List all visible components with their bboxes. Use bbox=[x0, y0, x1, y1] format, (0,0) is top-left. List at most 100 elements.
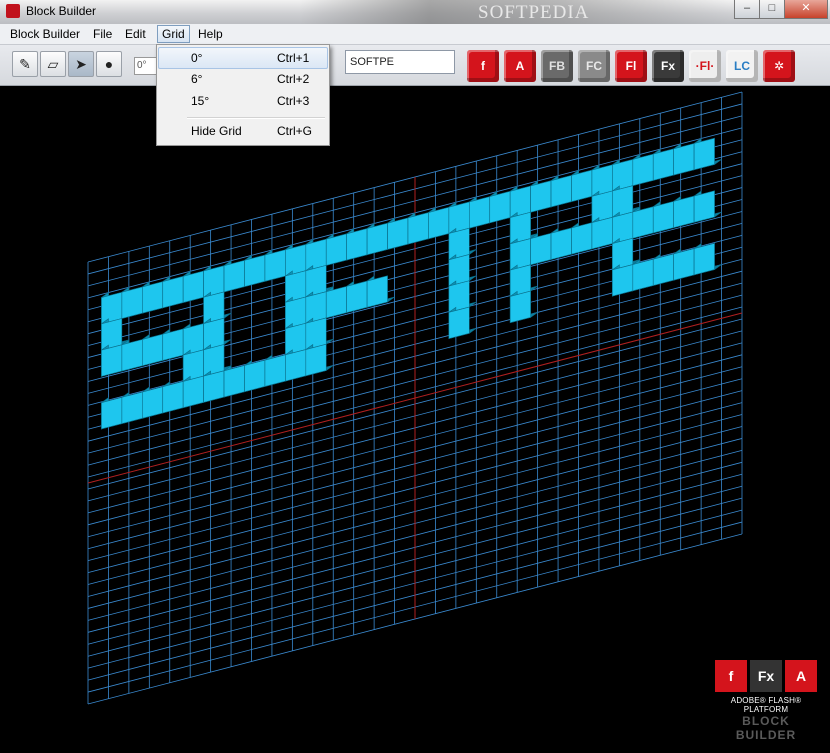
build-canvas[interactable]: f Fx A ADOBE® FLASH® PLATFORM BLOCK BUILDE… bbox=[0, 86, 830, 750]
block-front-face bbox=[223, 365, 245, 398]
block-front-face bbox=[346, 228, 368, 261]
block-front-face bbox=[223, 259, 245, 293]
block-front-face bbox=[142, 281, 164, 314]
block-front-face bbox=[407, 212, 429, 245]
block-front-face bbox=[285, 349, 307, 382]
block-front-face bbox=[652, 253, 674, 286]
menu-block-builder[interactable]: Block Builder bbox=[6, 26, 84, 42]
block-letters bbox=[101, 137, 722, 430]
app-icon bbox=[6, 4, 20, 18]
menu-edit[interactable]: Edit bbox=[121, 26, 150, 42]
block-front-face bbox=[101, 344, 123, 377]
fb-logo[interactable]: FB bbox=[541, 50, 573, 82]
brand-block: f Fx A ADOBE® FLASH® PLATFORM BLOCK BUILDE… bbox=[710, 660, 822, 742]
block-front-face bbox=[632, 153, 654, 187]
block-front-face bbox=[673, 248, 695, 281]
sphere-tool[interactable]: ● bbox=[96, 51, 122, 77]
block-front-face bbox=[121, 339, 143, 372]
block-front-face bbox=[264, 354, 286, 387]
block-front-face bbox=[305, 343, 327, 377]
block-front-face bbox=[673, 143, 695, 176]
grid-menu-item-6[interactable]: 6° Ctrl+2 bbox=[159, 69, 327, 89]
block-front-face bbox=[489, 190, 511, 224]
brand-logo: Fx bbox=[750, 660, 782, 692]
sphere-icon: ● bbox=[104, 56, 114, 72]
settings-logo[interactable]: ✲ bbox=[763, 50, 795, 82]
block-front-face bbox=[142, 386, 164, 419]
block-front-face bbox=[142, 333, 164, 367]
pointer-icon: ➤ bbox=[75, 56, 87, 72]
block-front-face bbox=[591, 216, 613, 250]
acrobat-logo[interactable]: A bbox=[504, 50, 536, 82]
block-front-face bbox=[693, 242, 715, 276]
block-front-face bbox=[652, 200, 674, 234]
menu-file[interactable]: File bbox=[89, 26, 116, 42]
title-bar: Block Builder SOFTPEDIA – □ ✕ bbox=[0, 0, 830, 24]
menu-help[interactable]: Help bbox=[194, 26, 227, 42]
block-front-face bbox=[346, 280, 368, 314]
block-front-face bbox=[121, 286, 143, 319]
block-front-face bbox=[264, 249, 286, 282]
grid-menu-item-0[interactable]: 0° Ctrl+1 bbox=[158, 47, 328, 69]
block-front-face bbox=[366, 275, 388, 308]
menu-bar: Block Builder File Edit Grid Help bbox=[0, 24, 830, 45]
block-front-face bbox=[162, 381, 184, 414]
grid-menu-label: 0° bbox=[191, 51, 203, 65]
brand-platform-text: ADOBE® FLASH® PLATFORM bbox=[730, 696, 802, 714]
block-front-face bbox=[530, 180, 552, 213]
block-front-face bbox=[571, 222, 593, 255]
maximize-button[interactable]: □ bbox=[759, 0, 785, 19]
block-front-face bbox=[550, 174, 572, 208]
pointer-tool[interactable]: ➤ bbox=[68, 51, 94, 77]
block-front-face bbox=[182, 270, 204, 303]
brand-logo: f bbox=[715, 660, 747, 692]
eraser-tool[interactable]: ▱ bbox=[40, 51, 66, 77]
block-front-face bbox=[366, 222, 388, 256]
window-title: Block Builder bbox=[26, 4, 97, 18]
grid-menu-dropdown: 0° Ctrl+1 6° Ctrl+2 15° Ctrl+3 Hide Grid… bbox=[156, 44, 330, 146]
block-front-face bbox=[182, 375, 204, 409]
pencil-tool[interactable]: ✎ bbox=[12, 51, 38, 77]
pencil-icon: ✎ bbox=[19, 56, 31, 72]
block-front-face bbox=[325, 285, 347, 319]
block-front-face bbox=[203, 370, 225, 403]
grid-menu-label: Hide Grid bbox=[191, 124, 242, 138]
block-front-face bbox=[550, 227, 572, 260]
close-button[interactable]: ✕ bbox=[784, 0, 828, 19]
block-front-face bbox=[673, 195, 695, 229]
block-front-face bbox=[121, 391, 143, 425]
grid-menu-label: 6° bbox=[191, 72, 203, 86]
lc-logo[interactable]: LC bbox=[726, 50, 758, 82]
grid-menu-label: 15° bbox=[191, 94, 210, 108]
eraser-icon: ▱ bbox=[47, 56, 59, 72]
fc-logo[interactable]: FC bbox=[578, 50, 610, 82]
block-front-face bbox=[632, 258, 654, 292]
brand-logos: f Fx A bbox=[710, 660, 822, 692]
block-front-face bbox=[612, 264, 634, 297]
fx-logo[interactable]: Fx bbox=[652, 50, 684, 82]
block-front-face bbox=[693, 137, 715, 171]
block-front-face bbox=[428, 206, 450, 240]
flash-logo[interactable]: f bbox=[467, 50, 499, 82]
block-front-face bbox=[530, 232, 552, 266]
grid-menu-shortcut: Ctrl+2 bbox=[277, 72, 310, 86]
grid-menu-item-15[interactable]: 15° Ctrl+3 bbox=[159, 91, 327, 111]
block-front-face bbox=[448, 306, 470, 340]
grid-menu-shortcut: Ctrl+G bbox=[277, 124, 313, 138]
watermark-text: SOFTPEDIA bbox=[478, 2, 590, 23]
block-front-face bbox=[693, 190, 715, 223]
menu-grid[interactable]: Grid bbox=[157, 25, 190, 43]
grid-scene[interactable] bbox=[0, 86, 830, 750]
block-front-face bbox=[652, 148, 674, 181]
block-front-face bbox=[387, 217, 409, 250]
block-front-face bbox=[244, 359, 266, 393]
block-front-face bbox=[325, 233, 347, 266]
minimize-button[interactable]: – bbox=[734, 0, 760, 19]
fl-logo[interactable]: Fl bbox=[615, 50, 647, 82]
block-text-input[interactable]: SOFTPE bbox=[345, 50, 455, 74]
block-front-face bbox=[632, 206, 654, 239]
block-front-face bbox=[469, 196, 491, 229]
fl2-logo[interactable]: ·Fl· bbox=[689, 50, 721, 82]
block-front-face bbox=[162, 328, 184, 361]
grid-menu-item-hide-grid[interactable]: Hide Grid Ctrl+G bbox=[159, 121, 327, 141]
